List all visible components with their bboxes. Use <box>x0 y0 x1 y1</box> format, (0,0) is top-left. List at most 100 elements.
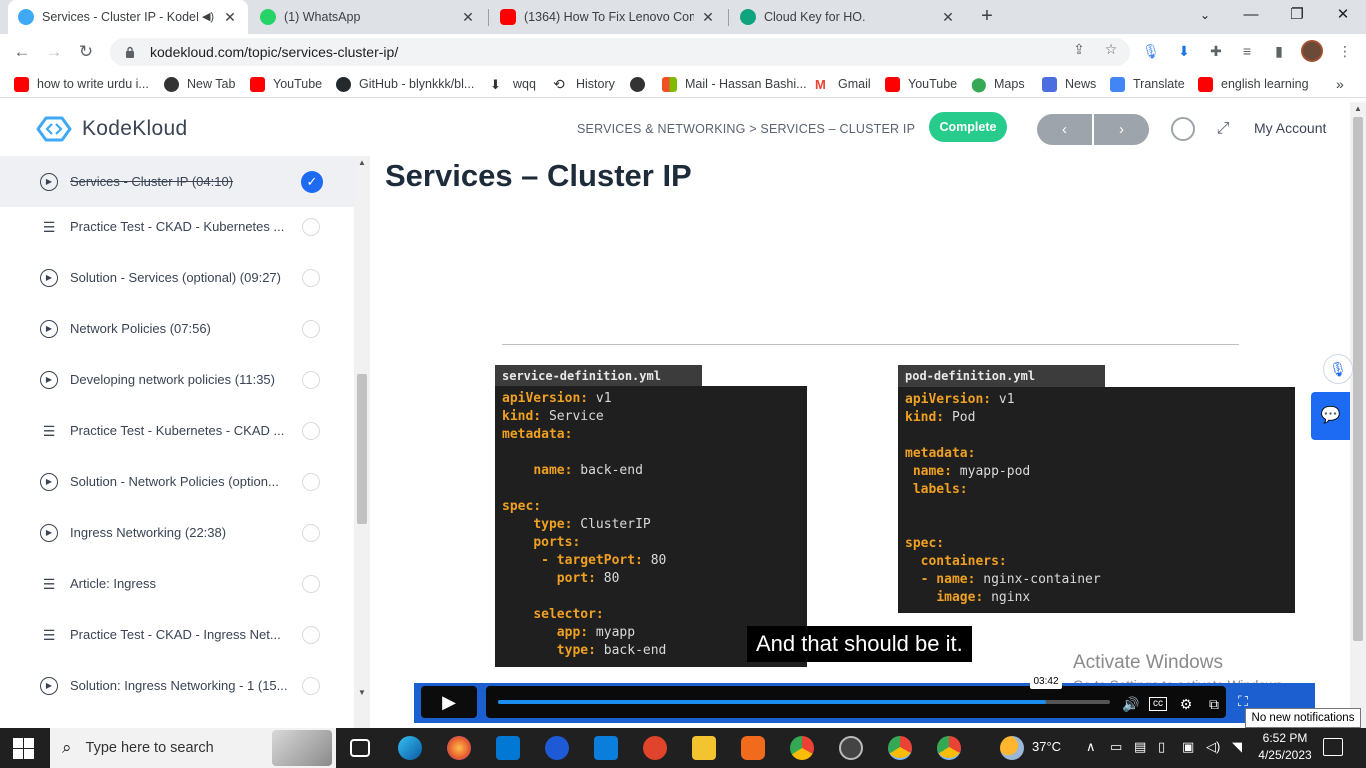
new-tab-icon[interactable]: + <box>976 6 998 28</box>
incomplete-circle-icon[interactable] <box>302 574 320 593</box>
bookmark-item[interactable]: how to write urdu i... <box>14 75 149 93</box>
address-bar[interactable]: kodekloud.com/topic/services-cluster-ip/ <box>110 38 1130 66</box>
camera-app-icon[interactable] <box>839 736 863 760</box>
volume-icon[interactable]: 🔊 <box>1121 694 1141 714</box>
back-icon[interactable]: ← <box>10 40 34 64</box>
edge-icon[interactable] <box>398 736 422 760</box>
tab-whatsapp[interactable]: (1) WhatsApp ✕ <box>250 0 486 34</box>
incomplete-circle-icon[interactable] <box>302 217 320 236</box>
share-icon[interactable]: ⇪ <box>1070 40 1088 58</box>
forward-icon[interactable]: → <box>42 40 66 64</box>
bookmark-item[interactable]: ⟲ History <box>553 75 615 93</box>
close-tab-icon[interactable]: ✕ <box>700 9 716 25</box>
firefox-icon[interactable] <box>447 736 471 760</box>
bookmark-item[interactable] <box>630 75 653 93</box>
sidebar-item[interactable]: ▶ Network Policies (07:56) <box>0 303 354 354</box>
breadcrumb[interactable]: SERVICES & NETWORKING > SERVICES – CLUST… <box>577 122 915 136</box>
chat-support-button[interactable]: 💬 <box>1311 392 1350 440</box>
next-lesson-button[interactable]: › <box>1094 114 1149 145</box>
sidebar-item[interactable]: ▶ Solution - Network Policies (option... <box>0 456 354 507</box>
volume-tray-icon[interactable]: ◁) <box>1206 739 1220 755</box>
incomplete-circle-icon[interactable] <box>302 370 320 389</box>
sidebar-item[interactable]: ▶ Solution - Services (optional) (09:27) <box>0 252 354 303</box>
app-icon[interactable] <box>643 736 667 760</box>
incomplete-circle-icon[interactable] <box>302 421 320 440</box>
play-button[interactable]: ▶ <box>421 686 477 718</box>
tray-chevron-icon[interactable]: ∧ <box>1086 739 1096 755</box>
incomplete-circle-icon[interactable] <box>302 268 320 287</box>
incomplete-circle-icon[interactable] <box>302 523 320 542</box>
restore-icon[interactable]: ❐ <box>1274 0 1320 30</box>
previous-lesson-button[interactable]: ‹ <box>1037 114 1092 145</box>
kodekloud-logo[interactable]: KodeKloud <box>34 114 187 144</box>
sidebar-scroll-thumb[interactable] <box>357 374 367 524</box>
dark-mode-toggle-icon[interactable] <box>1171 117 1195 141</box>
bookmark-item[interactable]: New Tab <box>164 75 235 93</box>
picture-in-picture-icon[interactable]: ⧉ <box>1204 694 1224 714</box>
menu-kebab-icon[interactable]: ⋮ <box>1336 42 1354 60</box>
bookmark-item[interactable]: english learning <box>1198 75 1309 93</box>
tab-kodekloud[interactable]: Services - Cluster IP - KodeK ◀) ✕ <box>8 0 248 34</box>
bookmark-item[interactable]: ⬤ Maps <box>971 75 1025 93</box>
reload-icon[interactable]: ↻ <box>74 40 98 64</box>
scroll-up-icon[interactable]: ▲ <box>1353 104 1363 113</box>
weather-icon[interactable] <box>1000 736 1024 760</box>
sidebar-item[interactable]: ☰ Practice Test - Kubernetes - CKAD ... <box>0 405 354 456</box>
settings-gear-icon[interactable]: ⚙ <box>1176 694 1196 714</box>
bookmark-item[interactable]: YouTube <box>250 75 322 93</box>
incomplete-circle-icon[interactable] <box>302 472 320 491</box>
skype-like-icon[interactable] <box>545 736 569 760</box>
battery-icon[interactable]: ▯ <box>1158 739 1165 755</box>
sidebar-item[interactable]: ▶ Developing network policies (11:35) <box>0 354 354 405</box>
incomplete-circle-icon[interactable] <box>302 319 320 338</box>
taskbar-clock[interactable]: 6:52 PM 4/25/2023 <box>1258 730 1312 764</box>
bookmark-star-icon[interactable]: ☆ <box>1102 40 1120 58</box>
fullscreen-expand-icon[interactable]: ⤢ <box>1212 118 1234 140</box>
gear-app-icon[interactable] <box>741 736 765 760</box>
sidebar-item[interactable]: ☰ Practice Test - CKAD - Kubernetes ... <box>0 201 354 252</box>
bookmark-item[interactable]: M Gmail <box>815 75 871 93</box>
store-icon[interactable] <box>496 736 520 760</box>
weather-temperature[interactable]: 37°C <box>1032 739 1061 754</box>
device-icon[interactable]: ▤ <box>1134 739 1146 755</box>
extensions-puzzle-icon[interactable]: ✚ <box>1207 42 1225 60</box>
network-icon[interactable]: ▭ <box>1110 739 1122 755</box>
captions-icon[interactable]: cc <box>1149 697 1167 711</box>
mail-icon[interactable] <box>594 736 618 760</box>
sidebar-item[interactable]: ☰ Practice Test - CKAD - Ingress Net... <box>0 609 354 660</box>
chrome-profile-icon[interactable] <box>888 736 912 760</box>
complete-button[interactable]: Complete <box>929 112 1007 142</box>
bookmark-item[interactable]: YouTube <box>885 75 957 93</box>
tab-cloud-key[interactable]: Cloud Key for HO. ✕ <box>730 0 966 34</box>
file-explorer-icon[interactable] <box>692 736 716 760</box>
sidebar-scrollbar[interactable]: ▲ ▼ <box>354 156 370 728</box>
sidebar-item[interactable]: ☰ Article: Ingress <box>0 558 354 609</box>
windows-start-icon[interactable] <box>13 738 34 759</box>
speaker-icon[interactable]: ◀) <box>200 9 216 25</box>
taskbar-search-box[interactable]: ⌕ Type here to search <box>50 728 336 768</box>
voice-input-icon[interactable]: 🎙 <box>1323 354 1353 384</box>
scroll-up-icon[interactable]: ▲ <box>357 158 367 167</box>
bookmark-item[interactable]: ⬇ wqq <box>490 75 536 93</box>
chrome-profile-h-icon[interactable] <box>937 736 961 760</box>
bookmarks-overflow-icon[interactable]: » <box>1336 75 1344 93</box>
tab-search-icon[interactable]: ⌄ <box>1182 0 1228 30</box>
my-account-link[interactable]: My Account <box>1254 120 1326 136</box>
bookmark-item[interactable]: Mail - Hassan Bashi... <box>662 75 807 93</box>
completed-check-icon[interactable]: ✓ <box>301 170 323 193</box>
page-scrollbar[interactable]: ▲ <box>1350 102 1366 728</box>
incomplete-circle-icon[interactable] <box>302 676 320 695</box>
notification-center-icon[interactable] <box>1323 738 1343 756</box>
side-panel-icon[interactable]: ▮ <box>1270 42 1288 60</box>
close-tab-icon[interactable]: ✕ <box>222 9 238 25</box>
task-view-icon[interactable] <box>350 739 370 757</box>
page-scroll-thumb[interactable] <box>1353 117 1363 641</box>
download-extension-icon[interactable]: ⬇ <box>1175 42 1193 60</box>
display-icon[interactable]: ▣ <box>1182 739 1194 755</box>
sidebar-item[interactable]: ▶ Solution: Ingress Networking - 1 (15..… <box>0 660 354 711</box>
incomplete-circle-icon[interactable] <box>302 625 320 644</box>
close-tab-icon[interactable]: ✕ <box>940 9 956 25</box>
sidebar-item-services-cluster-ip[interactable]: ▶ Services - Cluster IP (04:10) ✓ <box>0 156 354 207</box>
chrome-icon[interactable] <box>790 736 814 760</box>
scroll-down-icon[interactable]: ▼ <box>357 688 367 697</box>
